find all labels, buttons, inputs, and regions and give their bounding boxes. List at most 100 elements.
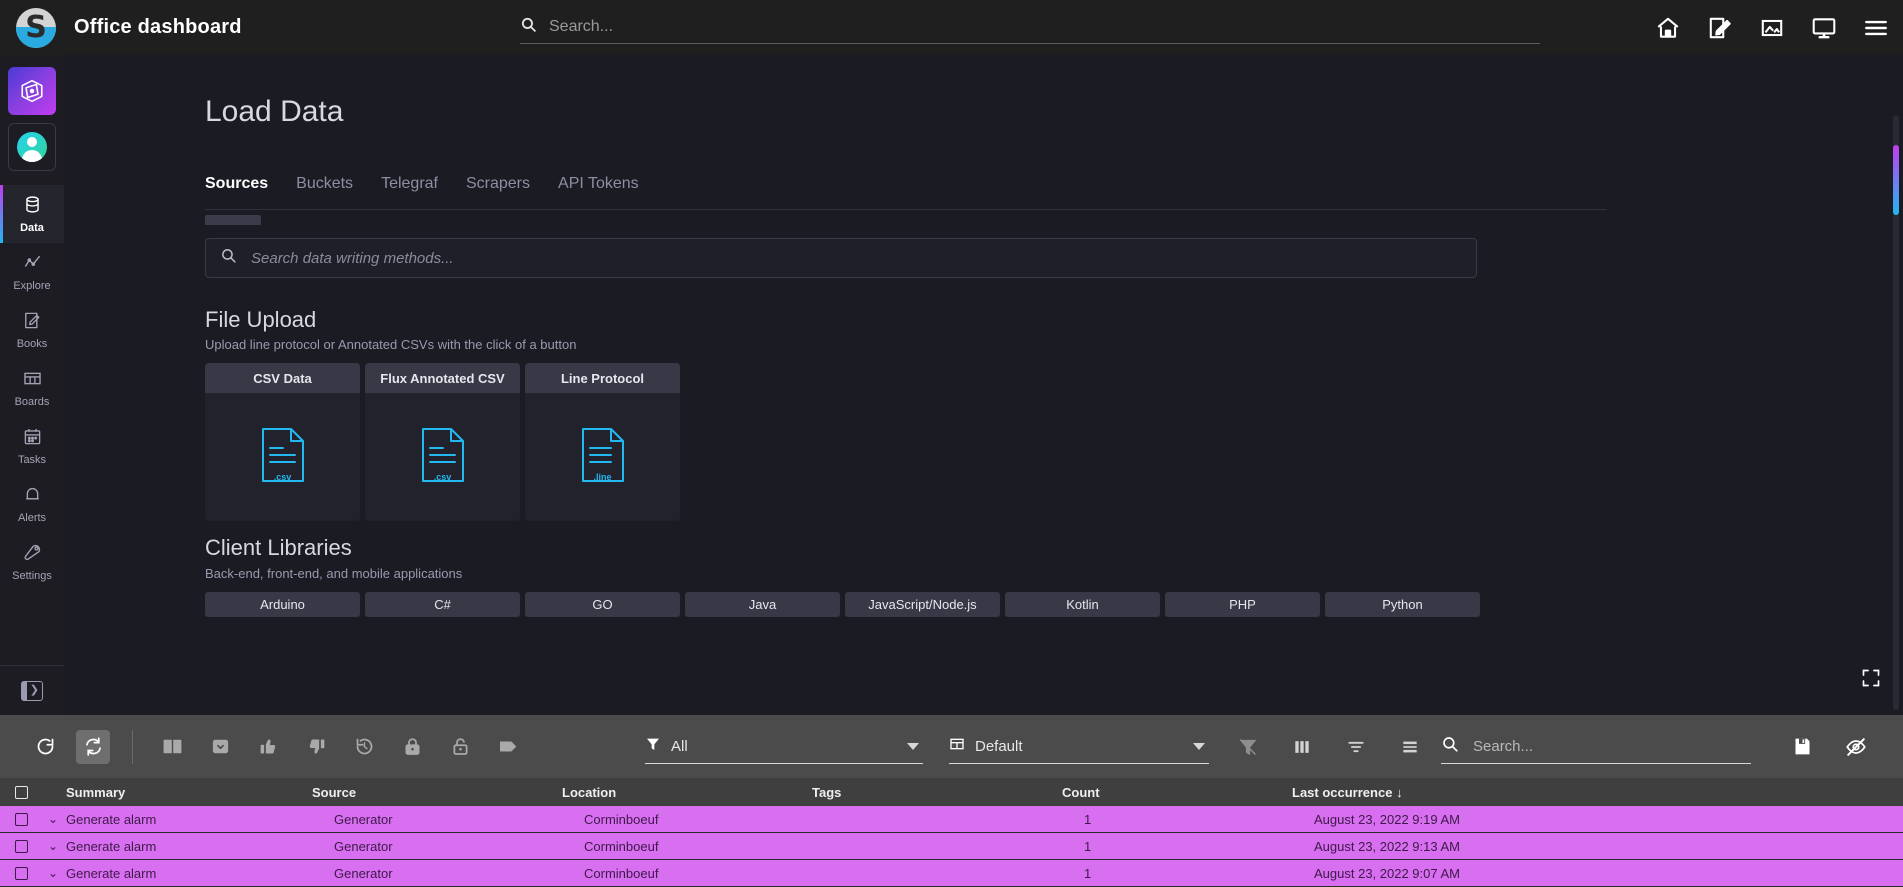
library-kotlin[interactable]: Kotlin	[1005, 592, 1160, 617]
page-title: Load Data	[205, 95, 344, 128]
history-icon[interactable]	[347, 730, 381, 764]
library-python[interactable]: Python	[1325, 592, 1480, 617]
column-header-tags[interactable]: Tags	[812, 785, 1062, 800]
book-icon[interactable]	[155, 730, 189, 764]
filter-select[interactable]: All	[645, 730, 923, 764]
home-icon[interactable]	[1655, 15, 1681, 41]
table-row[interactable]: ⌄ Generate alarm Generator Corminboeuf 1…	[0, 806, 1903, 833]
eye-off-icon[interactable]	[1839, 730, 1873, 764]
sidebar-item-label: Settings	[12, 569, 52, 582]
fullscreen-icon[interactable]	[1861, 668, 1881, 693]
main-content: Load Data Sources Buckets Telegraf Scrap…	[64, 55, 1903, 715]
tab-buckets[interactable]: Buckets	[296, 175, 353, 199]
edit-icon[interactable]	[1707, 15, 1733, 41]
view-select[interactable]: Default	[949, 730, 1209, 764]
sidebar-item-boards[interactable]: Boards	[0, 359, 64, 417]
column-header-summary[interactable]: Summary	[42, 785, 312, 800]
alarm-table: Summary Source Location Tags Count Last …	[0, 778, 1903, 887]
search-icon	[1441, 735, 1459, 758]
image-icon[interactable]	[1759, 15, 1785, 41]
app-logo-icon: S	[16, 7, 56, 48]
file-upload-cards: CSV Data .csv Flux Annotated CSV .csv Li…	[205, 363, 680, 521]
row-expand-icon[interactable]: ⌄	[42, 839, 64, 853]
auto-refresh-icon[interactable]	[76, 729, 110, 764]
sidebar-item-data[interactable]: Data	[0, 185, 64, 243]
library-arduino[interactable]: Arduino	[205, 592, 360, 617]
monitor-icon[interactable]	[1811, 15, 1837, 41]
row-expand-icon[interactable]: ⌄	[42, 866, 64, 880]
sidebar-item-label: Tasks	[17, 453, 47, 466]
sidebar-item-label: Alerts	[17, 511, 47, 524]
card-filetype: .csv	[273, 471, 292, 482]
card-csv-data[interactable]: CSV Data .csv	[205, 363, 360, 521]
toolbar-divider	[132, 729, 133, 764]
sidebar-expand-icon[interactable]: ❯	[21, 680, 43, 701]
funnel-icon	[645, 736, 661, 756]
table-row[interactable]: ⌄ Generate alarm Generator Corminboeuf 1…	[0, 860, 1903, 887]
search-icon	[220, 247, 237, 269]
library-java[interactable]: Java	[685, 592, 840, 617]
columns-icon[interactable]	[1285, 730, 1319, 764]
cell-location: Corminboeuf	[584, 838, 659, 854]
thumbs-down-icon[interactable]	[299, 730, 333, 764]
tab-telegraf[interactable]: Telegraf	[381, 175, 438, 199]
card-title: Flux Annotated CSV	[365, 363, 520, 393]
search-icon	[520, 16, 537, 38]
card-line-protocol[interactable]: Line Protocol .line	[525, 363, 680, 521]
column-header-last-occurrence-label: Last occurrence	[1292, 784, 1393, 800]
row-height-icon[interactable]	[1393, 730, 1427, 764]
top-bar-actions	[1655, 0, 1889, 55]
dashboard-grid-icon	[23, 369, 42, 393]
column-header-source[interactable]: Source	[312, 785, 562, 800]
search-input[interactable]: Search data writing methods...	[205, 238, 1477, 278]
refresh-icon[interactable]	[28, 730, 62, 764]
lock-closed-icon[interactable]	[395, 730, 429, 764]
active-tab-indicator	[205, 215, 261, 225]
chevron-down-icon	[907, 742, 919, 750]
sidebar-item-books[interactable]: Books	[0, 301, 64, 359]
row-checkbox[interactable]	[0, 866, 42, 880]
menu-icon[interactable]	[1863, 15, 1889, 41]
tab-sources[interactable]: Sources	[205, 175, 268, 199]
column-header-count[interactable]: Count	[1062, 785, 1292, 800]
card-flux-annotated-csv[interactable]: Flux Annotated CSV .csv	[365, 363, 520, 521]
tab-api-tokens[interactable]: API Tokens	[558, 175, 639, 199]
library-go[interactable]: GO	[525, 592, 680, 617]
sidebar-item-settings[interactable]: Settings	[0, 533, 64, 591]
sidebar-item-label: Boards	[14, 395, 50, 408]
column-header-location[interactable]: Location	[562, 785, 812, 800]
tag-icon[interactable]	[491, 730, 525, 764]
select-all-checkbox[interactable]	[0, 785, 42, 799]
sidebar-item-explore[interactable]: Explore	[0, 243, 64, 301]
scrollbar-thumb[interactable]	[1893, 145, 1899, 215]
library-javascript-nodejs[interactable]: JavaScript/Node.js	[845, 592, 1000, 617]
save-icon[interactable]	[1785, 730, 1819, 764]
card-title: Line Protocol	[525, 363, 680, 393]
lock-open-icon[interactable]	[443, 730, 477, 764]
notebook-icon	[23, 311, 42, 335]
filter-lines-icon[interactable]	[1339, 730, 1373, 764]
csv-file-icon: .csv	[421, 427, 465, 488]
tab-bar: Sources Buckets Telegraf Scrapers API To…	[205, 175, 1607, 210]
archive-icon[interactable]	[203, 730, 237, 764]
library-php[interactable]: PHP	[1165, 592, 1320, 617]
global-search[interactable]: Search...	[520, 10, 1540, 44]
table-search-input[interactable]: Search...	[1441, 730, 1751, 764]
thumbs-up-icon[interactable]	[251, 730, 285, 764]
sidebar-item-tasks[interactable]: Tasks	[0, 417, 64, 475]
cell-count: 1	[1084, 865, 1092, 881]
tab-scrapers[interactable]: Scrapers	[466, 175, 530, 199]
avatar[interactable]	[8, 123, 56, 171]
sidebar-item-alerts[interactable]: Alerts	[0, 475, 64, 533]
column-header-last-occurrence[interactable]: Last occurrence ↓	[1292, 785, 1622, 800]
cell-count: 1	[1084, 838, 1092, 854]
cell-summary: Generate alarm	[66, 865, 157, 881]
top-bar: S Office dashboard Search...	[0, 0, 1903, 55]
library-csharp[interactable]: C#	[365, 592, 520, 617]
row-checkbox[interactable]	[0, 812, 42, 826]
org-cube-icon[interactable]	[8, 67, 56, 115]
table-row[interactable]: ⌄ Generate alarm Generator Corminboeuf 1…	[0, 833, 1903, 860]
row-expand-icon[interactable]: ⌄	[42, 812, 64, 826]
clear-filter-icon[interactable]	[1231, 730, 1265, 764]
row-checkbox[interactable]	[0, 839, 42, 853]
